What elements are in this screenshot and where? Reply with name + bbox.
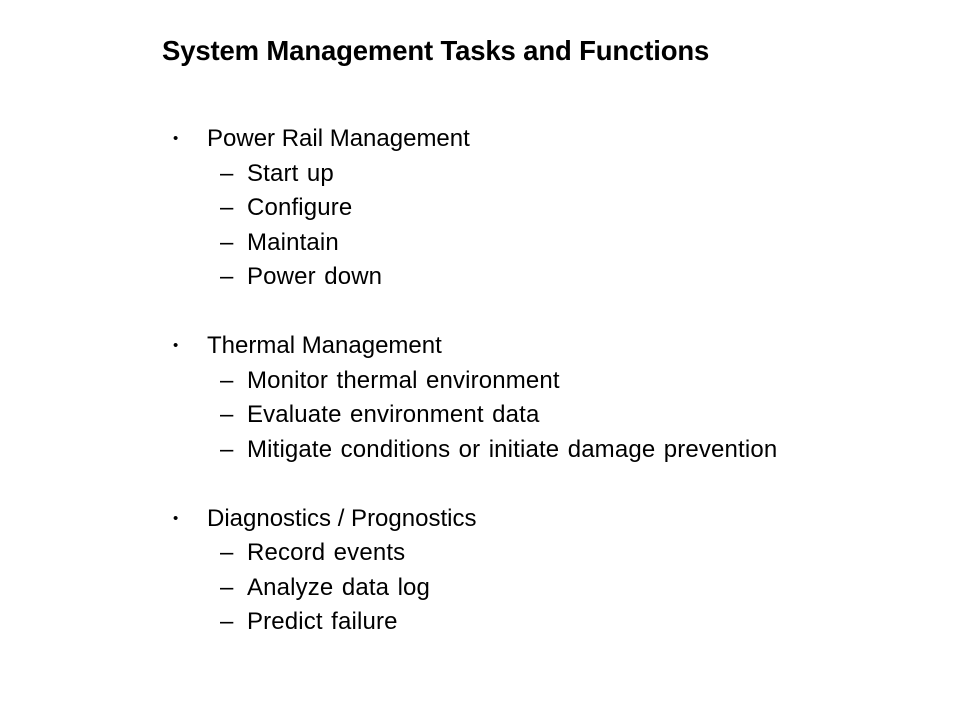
dash-icon: – [220, 194, 234, 221]
dash-icon: – [220, 228, 234, 256]
bullet-subitem: – Start up [168, 157, 928, 192]
bullet-subitem: – Record events [168, 536, 928, 571]
bullet-subitem: – Analyze data log [168, 571, 928, 606]
bullet-dot-icon: • [173, 130, 179, 147]
bullet-heading: • Power Rail Management [168, 122, 928, 157]
bullet-dot-icon: • [173, 509, 179, 527]
bullet-heading-label: Thermal Management [207, 332, 442, 359]
bullet-heading: • Diagnostics / Prognostics [168, 502, 928, 537]
dash-icon: – [220, 401, 234, 428]
bullet-group: • Thermal Management – Monitor thermal e… [168, 329, 928, 467]
bullet-group: • Power Rail Management – Start up – Con… [168, 122, 928, 295]
bullet-outline: • Power Rail Management – Start up – Con… [168, 122, 928, 640]
bullet-subitem-label: Monitor thermal environment [247, 366, 560, 394]
bullet-subitem: – Predict failure [168, 605, 928, 640]
bullet-subitem-label: Power down [247, 263, 383, 290]
bullet-heading-label: Diagnostics / Prognostics [207, 504, 477, 532]
dash-icon: – [220, 263, 234, 290]
bullet-subitem-label: Record events [247, 539, 406, 566]
dash-icon: – [220, 608, 234, 635]
bullet-group: • Diagnostics / Prognostics – Record eve… [168, 502, 928, 640]
bullet-subitem: – Power down [168, 260, 928, 295]
bullet-subitem-label: Start up [247, 159, 334, 187]
dash-icon: – [220, 159, 234, 187]
dash-icon: – [220, 539, 234, 566]
bullet-heading: • Thermal Management [168, 329, 928, 364]
slide: System Management Tasks and Functions • … [0, 0, 960, 720]
dash-icon: – [220, 366, 234, 394]
bullet-subitem-label: Analyze data log [247, 573, 431, 601]
dash-icon: – [220, 435, 234, 463]
bullet-dot-icon: • [173, 337, 179, 354]
bullet-heading-label: Power Rail Management [207, 125, 470, 152]
page-title: System Management Tasks and Functions [162, 35, 710, 67]
bullet-subitem: – Mitigate conditions or initiate damage… [168, 433, 928, 468]
bullet-subitem-label: Evaluate environment data [247, 401, 540, 428]
bullet-subitem-label: Maintain [247, 228, 339, 256]
bullet-subitem-label: Predict failure [247, 608, 398, 635]
dash-icon: – [220, 573, 234, 601]
bullet-subitem-label: Mitigate conditions or initiate damage p… [247, 435, 778, 463]
bullet-subitem: – Monitor thermal environment [168, 364, 928, 399]
bullet-subitem: – Evaluate environment data [168, 398, 928, 433]
bullet-subitem: – Configure [168, 191, 928, 226]
bullet-subitem: – Maintain [168, 226, 928, 261]
bullet-subitem-label: Configure [247, 194, 353, 221]
